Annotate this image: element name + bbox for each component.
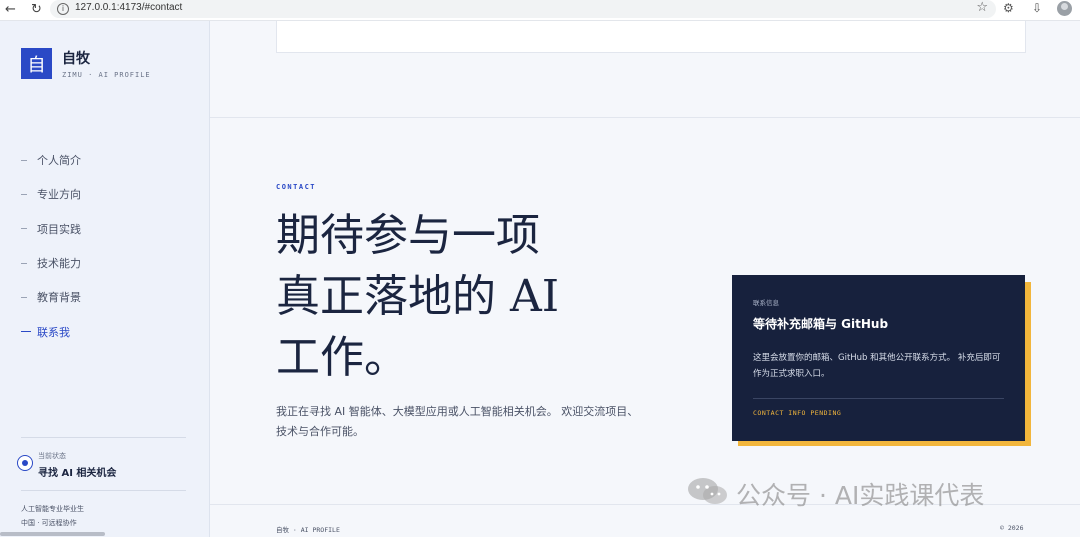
extensions-icon[interactable]: ⚙: [1003, 1, 1014, 15]
address-bar[interactable]: i 127.0.0.1:4173/#contact ☆: [50, 0, 996, 18]
site-info-icon[interactable]: i: [57, 3, 69, 15]
status-indicator-icon: [17, 455, 33, 471]
wechat-logo-icon: [688, 478, 727, 504]
watermark-text: 公众号 · AI实践课代表: [736, 481, 985, 510]
nav-dash-icon: [21, 228, 27, 230]
back-arrow-icon[interactable]: ←: [5, 1, 16, 19]
sidebar: 自 自牧 ZIMU · AI PROFILE 个人简介 专业方向 项目实践 技术…: [0, 21, 210, 537]
profile-avatar-icon[interactable]: [1057, 1, 1072, 16]
horizontal-scrollbar[interactable]: [0, 532, 105, 536]
headline-line: 期待参与一项: [276, 210, 540, 261]
footer-copyright: © 2026: [1000, 524, 1024, 532]
reload-icon[interactable]: ↻: [31, 1, 42, 19]
contact-card-label: 联系信息: [753, 299, 779, 307]
footer-brand: 自牧 · AI PROFILE: [276, 526, 340, 534]
sidebar-item-label: 项目实践: [37, 222, 81, 236]
divider: [753, 398, 1004, 399]
nav-dash-icon: [21, 262, 27, 264]
nav-dash-icon: [21, 331, 31, 333]
contact-status-code: CONTACT INFO PENDING: [753, 409, 842, 417]
logo-icon[interactable]: 自: [21, 48, 52, 79]
sidebar-item-skills[interactable]: 技术能力: [21, 246, 81, 280]
brand-subtitle: ZIMU · AI PROFILE: [62, 71, 151, 79]
url-text: 127.0.0.1:4173/#contact: [75, 2, 183, 13]
sidebar-item-label: 联系我: [37, 325, 70, 339]
bookmark-star-icon[interactable]: ☆: [976, 0, 988, 15]
sidebar-item-intro[interactable]: 个人简介: [21, 143, 81, 177]
status-value: 寻找 AI 相关机会: [38, 468, 117, 479]
status-label: 当前状态: [38, 452, 66, 460]
sidebar-item-focus[interactable]: 专业方向: [21, 177, 81, 211]
section-divider: [210, 117, 1080, 118]
headline-line: 真正落地的 AI: [276, 271, 560, 322]
sidebar-item-label: 教育背景: [37, 291, 81, 305]
nav-dash-icon: [21, 193, 27, 195]
sidebar-item-label: 技术能力: [37, 257, 81, 271]
previous-section-card: [276, 21, 1026, 53]
section-eyebrow: CONTACT: [276, 183, 317, 191]
nav-dash-icon: [21, 159, 27, 161]
divider: [21, 490, 186, 491]
sidebar-item-projects[interactable]: 项目实践: [21, 212, 81, 246]
sidebar-nav: 个人简介 专业方向 项目实践 技术能力 教育背景 联系我: [21, 143, 81, 349]
brand-title: 自牧: [62, 51, 90, 67]
lead-paragraph: 我正在寻找 AI 智能体、大模型应用或人工智能相关机会。 欢迎交流项目、技术与合…: [276, 405, 639, 438]
sidebar-item-label: 专业方向: [37, 188, 81, 202]
page-title: 期待参与一项 真正落地的 AI 工作。: [276, 205, 636, 388]
sidebar-item-contact[interactable]: 联系我: [21, 314, 81, 348]
contact-card-description: 这里会放置你的邮箱、GitHub 和其他公开联系方式。 补充后即可作为正式求职入…: [753, 353, 1001, 379]
browser-toolbar: ← ↻ i 127.0.0.1:4173/#contact ☆ ⚙ ⇩: [0, 0, 1080, 21]
sidebar-footer-location: 中国 · 可远程协作: [21, 519, 77, 527]
sidebar-item-education[interactable]: 教育背景: [21, 280, 81, 314]
downloads-icon[interactable]: ⇩: [1032, 1, 1042, 15]
sidebar-item-label: 个人简介: [37, 154, 81, 168]
sidebar-footer-degree: 人工智能专业毕业生: [21, 505, 84, 513]
contact-card: 联系信息 等待补充邮箱与 GitHub 这里会放置你的邮箱、GitHub 和其他…: [732, 275, 1025, 441]
nav-dash-icon: [21, 296, 27, 298]
divider: [21, 437, 186, 438]
contact-card-title: 等待补充邮箱与 GitHub: [753, 317, 889, 331]
headline-line: 工作。: [276, 332, 408, 383]
